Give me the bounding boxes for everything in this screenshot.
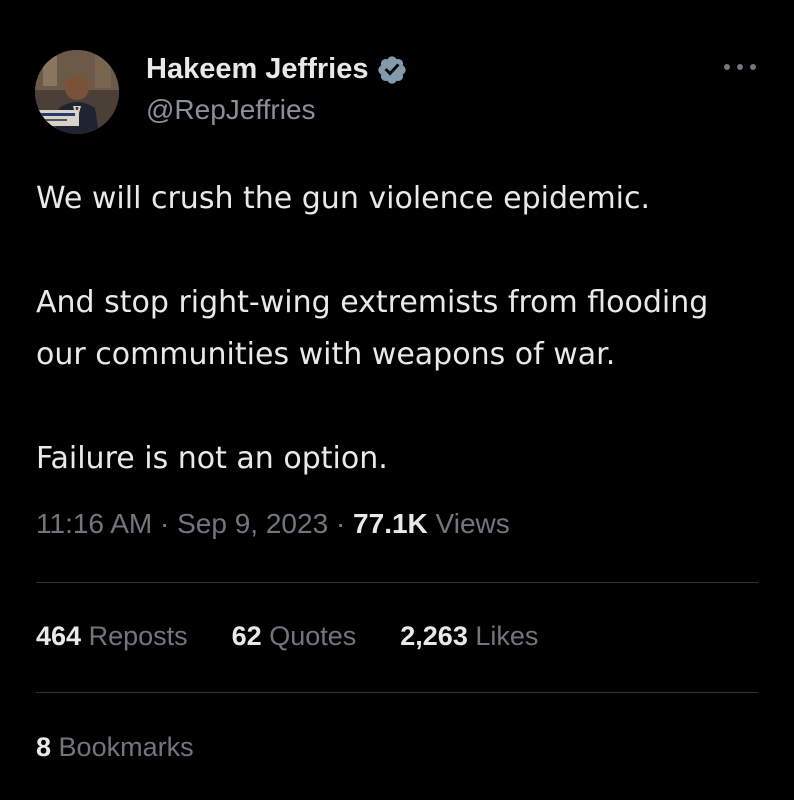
tweet-line: And stop right-wing extremists from floo… [36, 285, 709, 320]
engagement-stats: 464 Reposts 62 Quotes 2,263 Likes [36, 621, 582, 652]
tweet-line: our communities with weapons of war. [36, 337, 616, 372]
likes-count: 2,263 [400, 621, 468, 651]
quotes-stat[interactable]: 62 Quotes [232, 621, 357, 652]
likes-stat[interactable]: 2,263 Likes [400, 621, 538, 652]
profile-photo-icon [35, 50, 119, 134]
views-count: 77.1K [353, 508, 428, 539]
tweet-date[interactable]: Sep 9, 2023 [177, 508, 328, 539]
more-options-icon[interactable] [722, 60, 758, 74]
tweet-meta: 11:16 AM · Sep 9, 2023 · 77.1K Views [36, 508, 510, 540]
quotes-label: Quotes [269, 621, 357, 651]
author-handle[interactable]: @RepJeffries [146, 94, 316, 126]
avatar[interactable] [35, 50, 119, 134]
meta-separator: · [160, 508, 170, 539]
meta-separator: · [335, 508, 346, 539]
bookmarks-stat[interactable]: 8 Bookmarks [36, 732, 194, 763]
tweet-time[interactable]: 11:16 AM [36, 508, 152, 539]
tweet-line: We will crush the gun violence epidemic. [36, 181, 651, 216]
tweet-line: Failure is not an option. [36, 441, 388, 476]
likes-label: Likes [475, 621, 539, 651]
author-name-row[interactable]: Hakeem Jeffries [146, 53, 408, 86]
bookmarks-count: 8 [36, 732, 52, 762]
quotes-count: 62 [231, 621, 262, 651]
reposts-stat[interactable]: 464 Reposts [36, 621, 188, 652]
reposts-label: Reposts [88, 621, 188, 651]
tweet-text: We will crush the gun violence epidemic.… [36, 173, 766, 485]
author-name[interactable]: Hakeem Jeffries [146, 53, 368, 86]
divider [36, 692, 758, 693]
views-label: Views [435, 508, 510, 539]
bookmarks-label: Bookmarks [58, 732, 194, 762]
divider [36, 582, 758, 583]
reposts-count: 464 [36, 621, 82, 651]
verified-badge-icon [378, 55, 407, 84]
